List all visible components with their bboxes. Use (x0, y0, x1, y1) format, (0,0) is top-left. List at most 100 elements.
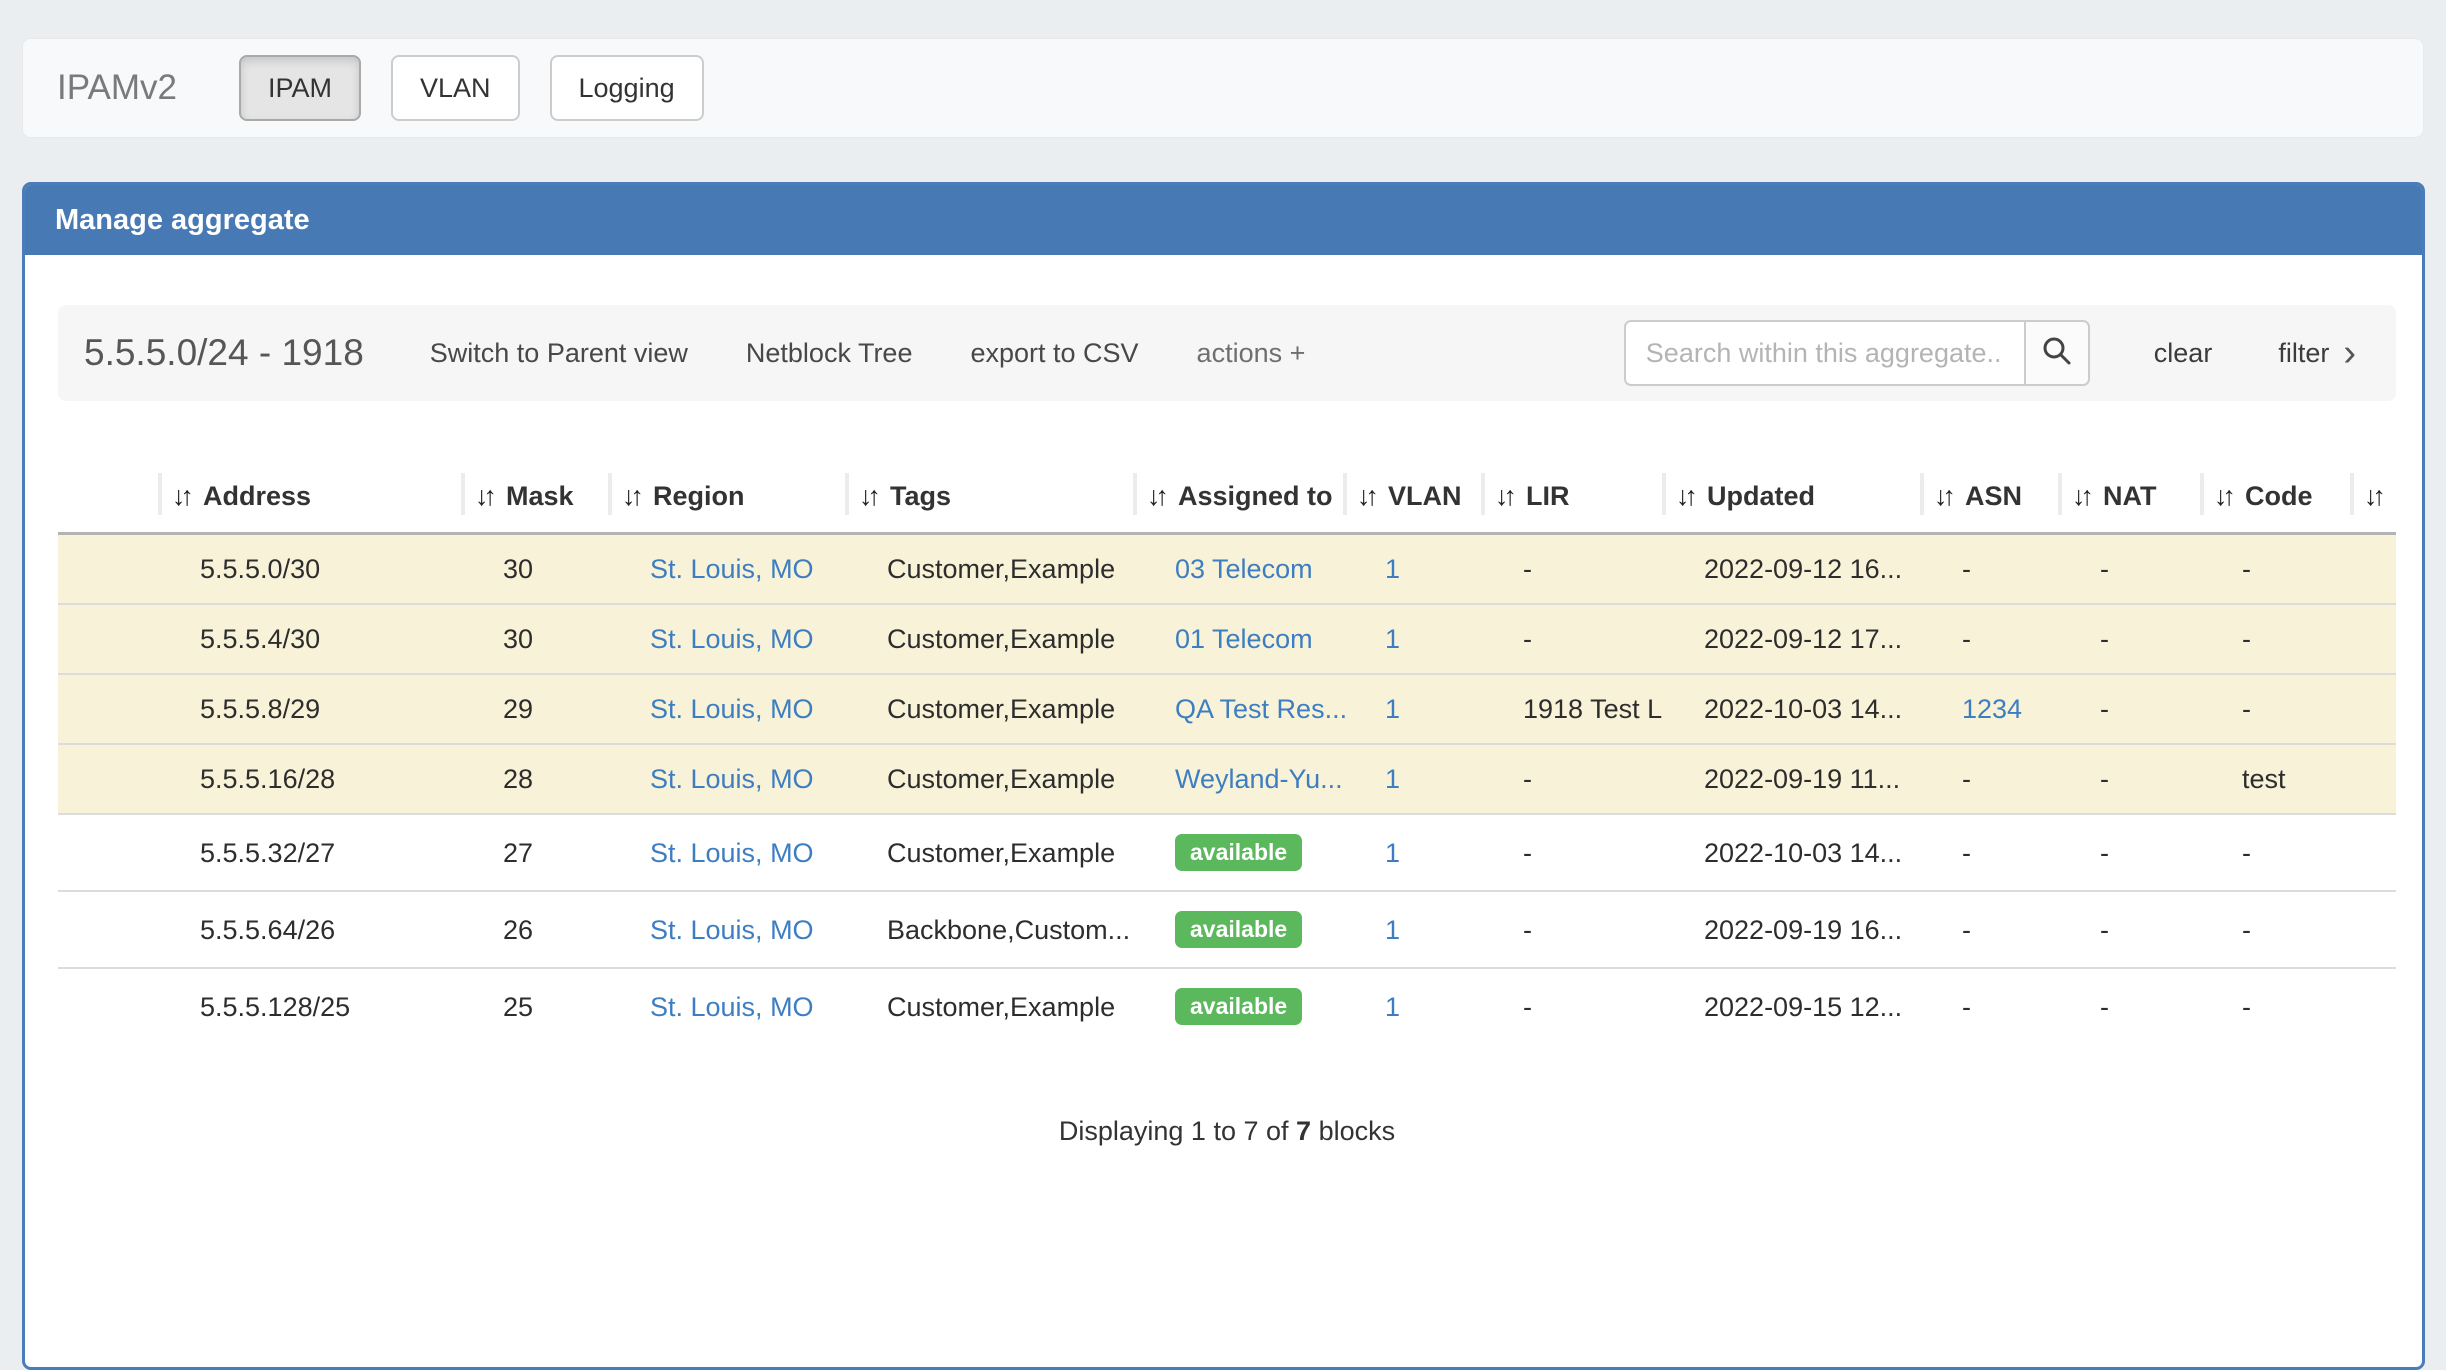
column-header-asn[interactable]: ↓↑ASN (1922, 465, 2060, 534)
nat-cell: - (2060, 604, 2202, 674)
lir-cell: - (1483, 891, 1664, 968)
vlan-link[interactable]: 1 (1385, 992, 1400, 1022)
column-header-region[interactable]: ↓↑Region (610, 465, 847, 534)
table-row: 5.5.5.0/30 30 St. Louis, MO Customer,Exa… (58, 534, 2396, 605)
table-horizontal-scroll[interactable]: ↓↑Address ↓↑Mask ↓↑Region ↓↑Tags ↓↑Assig… (58, 465, 2396, 1078)
assigned-to-link[interactable]: Weyland-Yu... (1175, 764, 1343, 794)
assigned-to-cell: available (1135, 891, 1345, 968)
available-status-badge: available (1175, 834, 1302, 871)
column-header-clipped[interactable]: ↓↑ (2352, 465, 2396, 534)
region-link[interactable]: St. Louis, MO (650, 764, 814, 794)
updated-cell: 2022-09-19 16... (1664, 891, 1922, 968)
column-header-lir[interactable]: ↓↑LIR (1483, 465, 1664, 534)
filler-cell (2352, 534, 2396, 605)
sort-icon: ↓↑ (475, 481, 492, 511)
export-csv-link[interactable]: export to CSV (970, 338, 1138, 369)
vlan-link[interactable]: 1 (1385, 764, 1400, 794)
nav-tab-vlan[interactable]: VLAN (391, 55, 520, 121)
region-link[interactable]: St. Louis, MO (650, 624, 814, 654)
region-link[interactable]: St. Louis, MO (650, 915, 814, 945)
mask-cell: 29 (463, 674, 610, 744)
mask-cell: 25 (463, 968, 610, 1044)
address-cell: 5.5.5.64/26 (160, 891, 463, 968)
vlan-cell: 1 (1345, 604, 1483, 674)
vlan-link[interactable]: 1 (1385, 554, 1400, 584)
region-cell: St. Louis, MO (610, 604, 847, 674)
filler-cell (2352, 604, 2396, 674)
column-header-updated[interactable]: ↓↑Updated (1664, 465, 1922, 534)
region-link[interactable]: St. Louis, MO (650, 694, 814, 724)
mask-cell: 28 (463, 744, 610, 814)
table-row: 5.5.5.4/30 30 St. Louis, MO Customer,Exa… (58, 604, 2396, 674)
asn-link[interactable]: 1234 (1962, 694, 2022, 724)
column-header-nat[interactable]: ↓↑NAT (2060, 465, 2202, 534)
filler-cell (2352, 968, 2396, 1044)
updated-cell: 2022-10-03 14... (1664, 674, 1922, 744)
column-header-mask[interactable]: ↓↑Mask (463, 465, 610, 534)
filter-link[interactable]: filter › (2278, 334, 2356, 372)
table-row: 5.5.5.8/29 29 St. Louis, MO Customer,Exa… (58, 674, 2396, 744)
search-input[interactable] (1624, 320, 2024, 386)
nat-cell: - (2060, 744, 2202, 814)
address-cell: 5.5.5.0/30 (160, 534, 463, 605)
asn-cell: - (1922, 814, 2060, 891)
nav-tab-ipam[interactable]: IPAM (239, 55, 361, 121)
panel-body: 5.5.5.0/24 - 1918 Switch to Parent view … (25, 255, 2422, 1147)
column-header-code[interactable]: ↓↑Code (2202, 465, 2352, 534)
switch-parent-view-link[interactable]: Switch to Parent view (430, 338, 688, 369)
region-link[interactable]: St. Louis, MO (650, 554, 814, 584)
sort-icon: ↓↑ (859, 481, 876, 511)
assigned-to-link[interactable]: 01 Telecom (1175, 624, 1313, 654)
lir-cell: 1918 Test LIR (1483, 674, 1664, 744)
asn-cell: - (1922, 968, 2060, 1044)
vlan-cell: 1 (1345, 891, 1483, 968)
vlan-link[interactable]: 1 (1385, 915, 1400, 945)
column-header-vlan[interactable]: ↓↑VLAN (1345, 465, 1483, 534)
filter-label: filter (2278, 338, 2329, 369)
assigned-to-link[interactable]: QA Test Res... (1175, 694, 1345, 724)
tags-cell: Backbone,Custom... (847, 891, 1135, 968)
tags-cell: Customer,Example (847, 744, 1135, 814)
sort-icon: ↓↑ (172, 481, 189, 511)
filler-cell (2352, 891, 2396, 968)
clear-link[interactable]: clear (2154, 338, 2213, 369)
summary-prefix: Displaying 1 to 7 of (1059, 1116, 1289, 1146)
filler-cell (2352, 674, 2396, 744)
nav-tab-logging[interactable]: Logging (550, 55, 704, 121)
select-cell (58, 968, 160, 1044)
actions-menu-link[interactable]: actions + (1197, 338, 1306, 369)
vlan-link[interactable]: 1 (1385, 838, 1400, 868)
select-cell (58, 604, 160, 674)
table-inner: ↓↑Address ↓↑Mask ↓↑Region ↓↑Tags ↓↑Assig… (58, 465, 2396, 1078)
region-link[interactable]: St. Louis, MO (650, 992, 814, 1022)
updated-cell: 2022-09-12 16... (1664, 534, 1922, 605)
assigned-to-cell: 03 Telecom (1135, 534, 1345, 605)
asn-cell: 1234 (1922, 674, 2060, 744)
column-header-tags[interactable]: ↓↑Tags (847, 465, 1135, 534)
vlan-link[interactable]: 1 (1385, 694, 1400, 724)
manage-aggregate-panel: Manage aggregate 5.5.5.0/24 - 1918 Switc… (22, 182, 2425, 1370)
table-row: 5.5.5.32/27 27 St. Louis, MO Customer,Ex… (58, 814, 2396, 891)
column-header-address[interactable]: ↓↑Address (160, 465, 463, 534)
sort-icon: ↓↑ (1495, 481, 1512, 511)
assigned-to-link[interactable]: 03 Telecom (1175, 554, 1313, 584)
netblock-table: ↓↑Address ↓↑Mask ↓↑Region ↓↑Tags ↓↑Assig… (58, 465, 2396, 1044)
tags-cell: Customer,Example (847, 604, 1135, 674)
vlan-link[interactable]: 1 (1385, 624, 1400, 654)
panel-title: Manage aggregate (55, 204, 310, 237)
netblock-tree-link[interactable]: Netblock Tree (746, 338, 913, 369)
updated-cell: 2022-09-12 17... (1664, 604, 1922, 674)
assigned-to-cell: QA Test Res... (1135, 674, 1345, 744)
asn-cell: - (1922, 744, 2060, 814)
column-header-assigned-to[interactable]: ↓↑Assigned to (1135, 465, 1345, 534)
filler-cell (2352, 744, 2396, 814)
filler-cell (2352, 814, 2396, 891)
mask-cell: 27 (463, 814, 610, 891)
search-button[interactable] (2024, 320, 2090, 386)
region-link[interactable]: St. Louis, MO (650, 838, 814, 868)
region-cell: St. Louis, MO (610, 891, 847, 968)
address-cell: 5.5.5.128/25 (160, 968, 463, 1044)
nat-cell: - (2060, 891, 2202, 968)
address-cell: 5.5.5.16/28 (160, 744, 463, 814)
vlan-cell: 1 (1345, 968, 1483, 1044)
